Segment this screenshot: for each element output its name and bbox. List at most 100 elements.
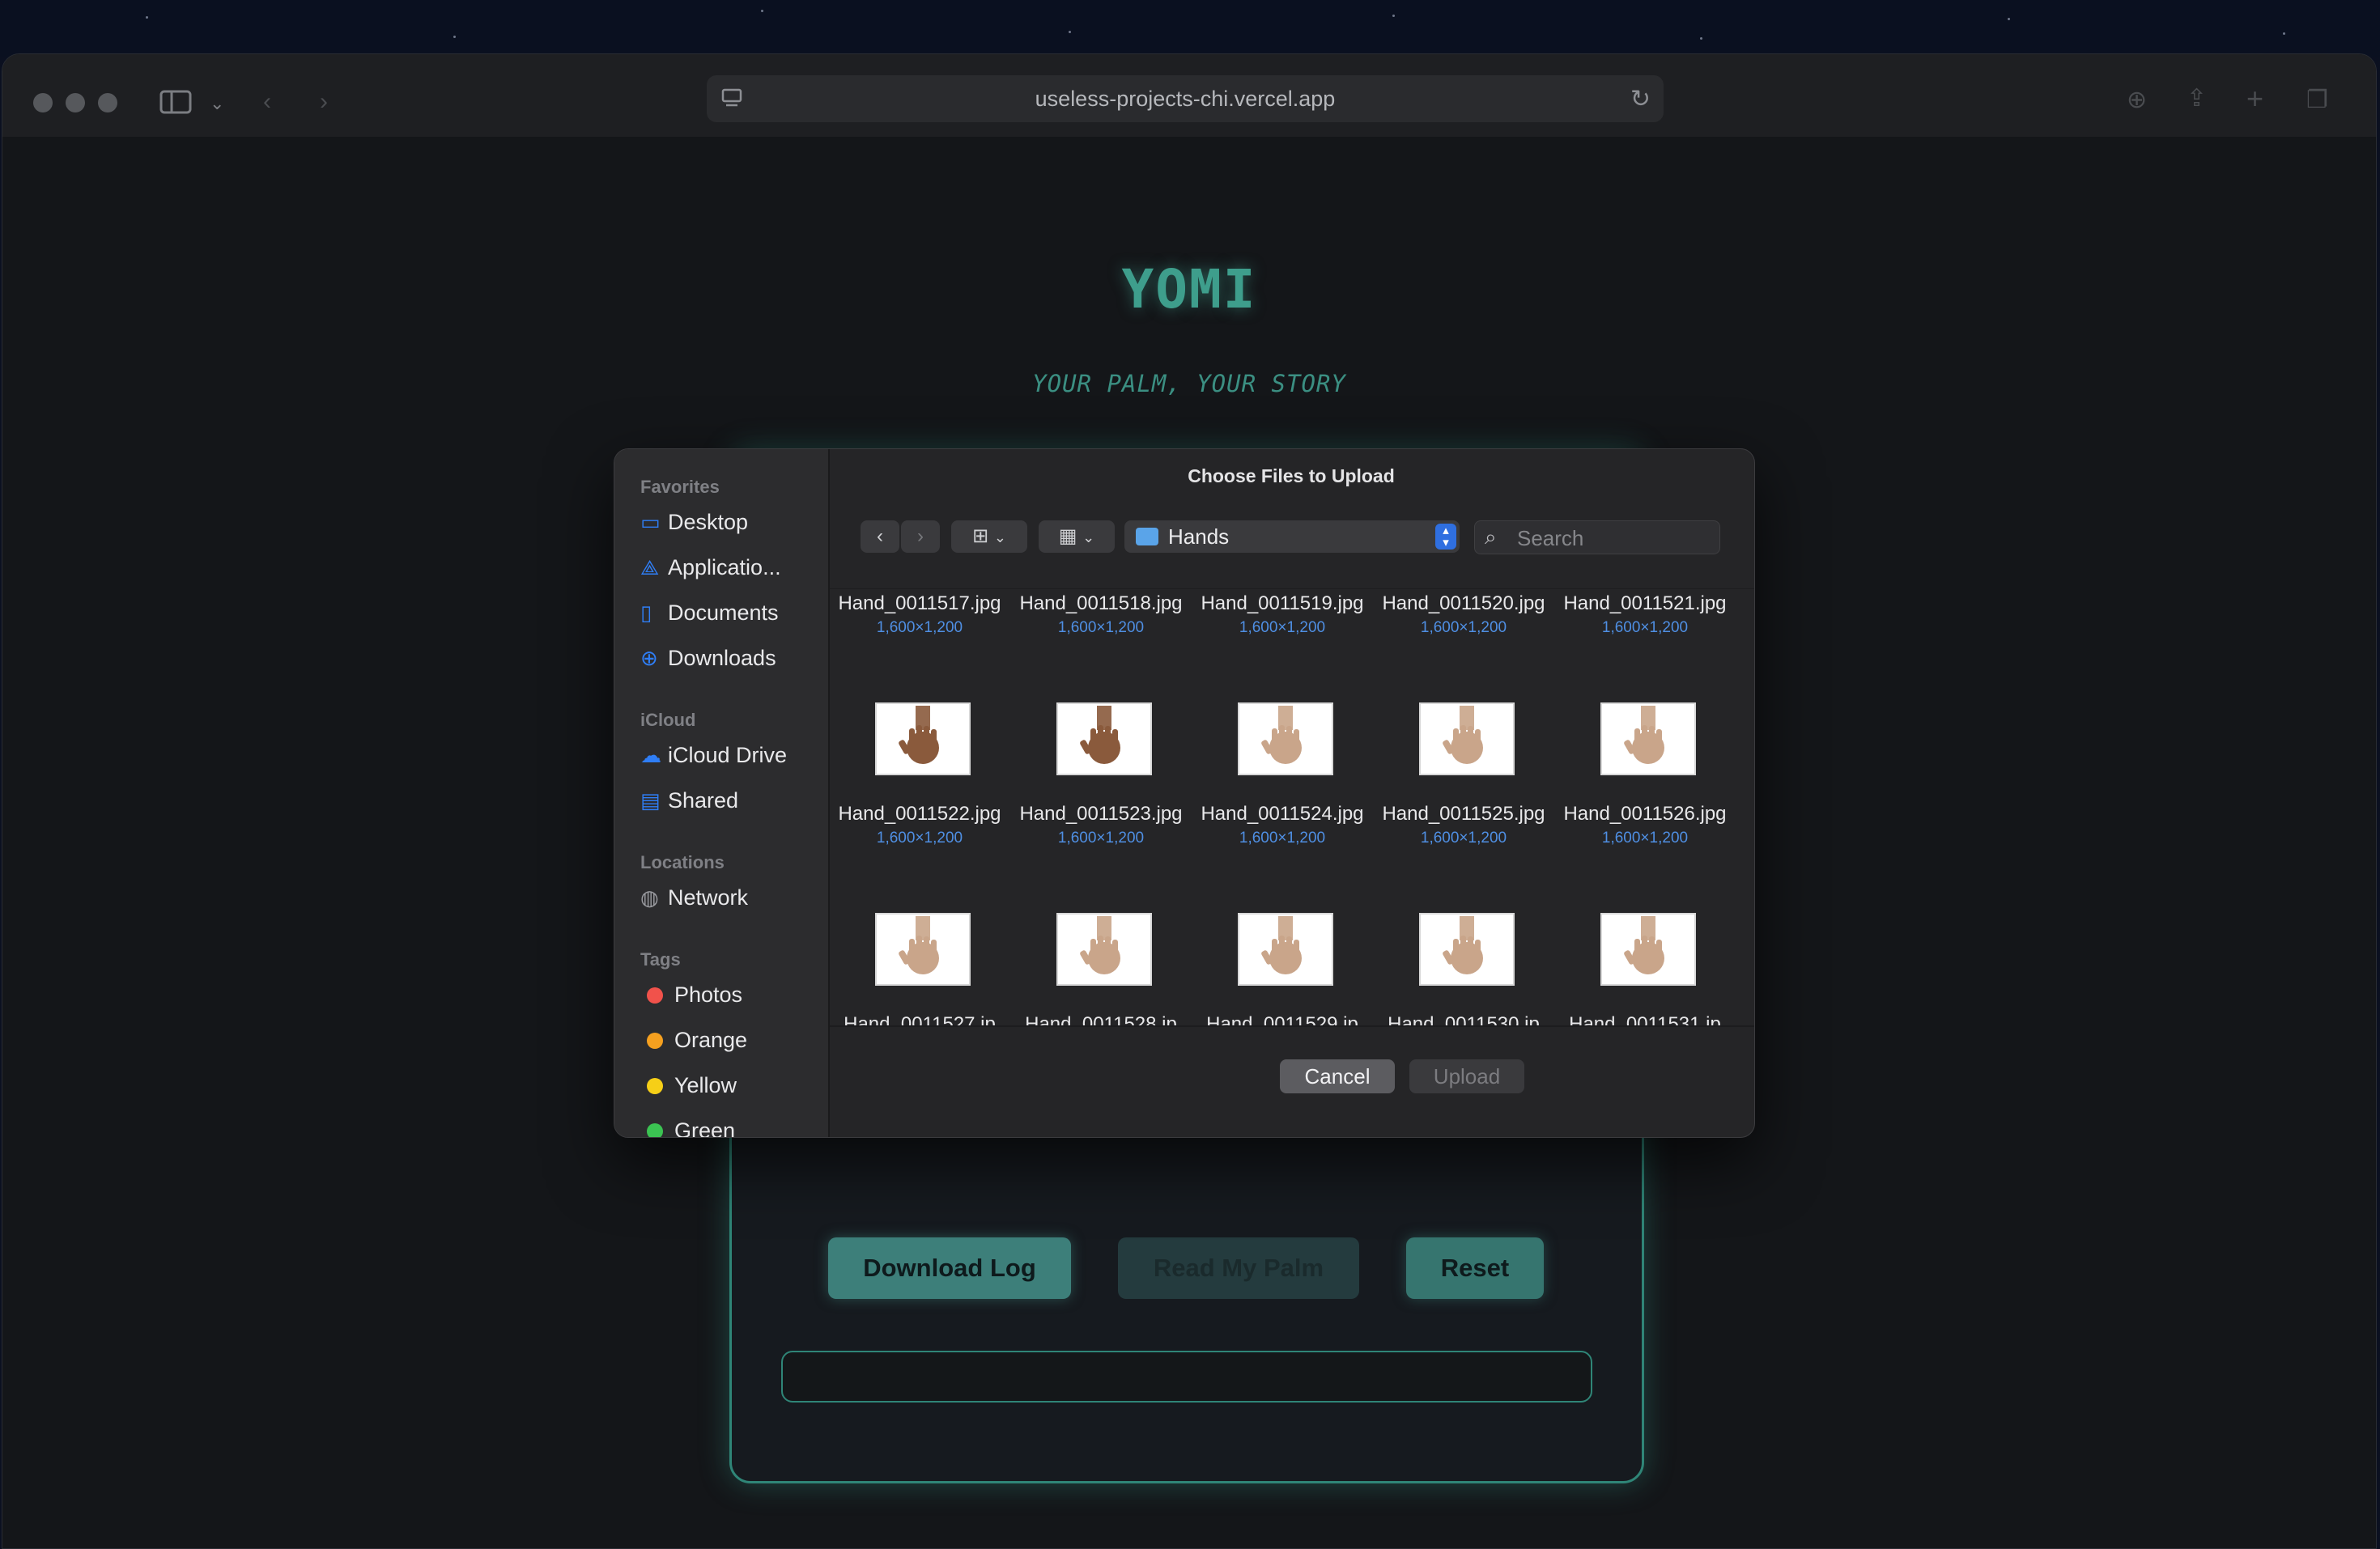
hand-icon: [1624, 916, 1664, 974]
browser-toolbar: ⌄ ‹ › useless-projects-chi.vercel.app ↻ …: [2, 54, 2376, 138]
file-name: Hand_0011526.jpg: [1563, 803, 1727, 825]
sidebar-toggle-icon[interactable]: [159, 90, 192, 119]
file-item[interactable]: Hand_0011527.jp: [830, 1012, 1009, 1026]
reload-icon[interactable]: ↻: [1630, 85, 1651, 113]
chevron-left-icon: ‹: [877, 525, 883, 547]
chevron-down-icon[interactable]: ⌄: [210, 91, 224, 116]
file-thumbnail[interactable]: [1238, 702, 1333, 775]
upload-button[interactable]: Upload: [1409, 1059, 1524, 1093]
new-tab-icon[interactable]: +: [2246, 84, 2263, 113]
tag-dot-icon: [647, 1123, 663, 1137]
file-name: Hand_0011524.jpg: [1201, 803, 1364, 825]
search-input[interactable]: [1515, 524, 1713, 553]
file-item[interactable]: Hand_0011517.jpg 1,600×1,200: [830, 591, 1009, 639]
download-icon: ⊕: [640, 646, 658, 670]
file-name: Hand_0011523.jpg: [1019, 803, 1183, 825]
file-item[interactable]: Hand_0011530.jp: [1374, 1012, 1553, 1026]
sidebar-item-network[interactable]: ◍ Network: [640, 880, 827, 915]
sidebar-tag-orange[interactable]: Orange: [640, 1022, 827, 1058]
file-item[interactable]: Hand_0011531.jp: [1555, 1012, 1735, 1026]
desktop-icon: ▭: [640, 510, 661, 534]
tag-dot-icon: [647, 987, 663, 1004]
dialog-footer: Cancel Upload: [830, 1025, 1754, 1137]
page-subtitle: YOUR PALM, YOUR STORY: [1032, 370, 1346, 397]
sidebar-item-label: Network: [668, 885, 749, 910]
file-thumbnail[interactable]: [1600, 913, 1696, 986]
file-item[interactable]: Hand_0011518.jpg 1,600×1,200: [1011, 591, 1191, 639]
file-item[interactable]: Hand_0011526.jpg 1,600×1,200: [1555, 801, 1735, 850]
file-item[interactable]: Hand_0011521.jpg 1,600×1,200: [1555, 591, 1735, 639]
hand-icon: [1443, 916, 1483, 974]
view-mode-button[interactable]: ⊞ ⌄: [951, 520, 1027, 553]
zoom-window-button[interactable]: [98, 93, 117, 112]
sidebar-item-shared[interactable]: ▤ Shared: [640, 783, 827, 818]
sidebar-item-label: Applicatio...: [668, 555, 781, 579]
minimize-window-button[interactable]: [66, 93, 85, 112]
address-bar[interactable]: useless-projects-chi.vercel.app ↻: [707, 75, 1664, 122]
file-item[interactable]: Hand_0011529.jp: [1192, 1012, 1372, 1026]
applications-icon: ⟁: [640, 555, 660, 579]
globe-icon: ◍: [640, 885, 659, 910]
file-name: Hand_0011530.jp: [1388, 1013, 1540, 1026]
file-thumbnail[interactable]: [1419, 913, 1515, 986]
file-thumbnail[interactable]: [1056, 913, 1152, 986]
back-button[interactable]: ‹: [861, 520, 899, 553]
file-thumbnail[interactable]: [875, 913, 971, 986]
download-log-button[interactable]: Download Log: [828, 1237, 1071, 1299]
back-arrow-icon[interactable]: ‹: [263, 90, 271, 114]
chevron-down-icon: ⌄: [1082, 529, 1095, 545]
file-name: Hand_0011518.jpg: [1019, 592, 1183, 614]
icon-view-icon: ⊞: [972, 525, 989, 547]
dialog-sidebar: Favorites ▭ Desktop ⟁ Applicatio... ▯ Docum…: [614, 449, 830, 1137]
file-name: Hand_0011517.jpg: [838, 592, 1001, 614]
sidebar-tag-photos[interactable]: Photos: [640, 977, 827, 1012]
group-mode-button[interactable]: ▦ ⌄: [1039, 520, 1115, 553]
sidebar-item-applications[interactable]: ⟁ Applicatio...: [640, 550, 827, 585]
sidebar-item-label: Shared: [668, 788, 739, 813]
file-item[interactable]: Hand_0011523.jpg 1,600×1,200: [1011, 801, 1191, 850]
file-dimensions: 1,600×1,200: [1057, 619, 1145, 636]
close-window-button[interactable]: [33, 93, 53, 112]
hand-icon: [1261, 706, 1302, 764]
reset-button[interactable]: Reset: [1406, 1237, 1544, 1299]
file-thumbnail[interactable]: [875, 702, 971, 775]
location-popup[interactable]: Hands ▴ ▾: [1124, 520, 1460, 553]
hand-icon: [1080, 916, 1120, 974]
forward-button[interactable]: ›: [901, 520, 940, 553]
file-dimensions: 1,600×1,200: [1239, 619, 1326, 636]
chevron-down-icon: ⌄: [993, 529, 1006, 545]
sidebar-item-desktop[interactable]: ▭ Desktop: [640, 504, 827, 540]
sidebar-item-label: Documents: [668, 601, 779, 625]
file-item[interactable]: Hand_0011519.jpg 1,600×1,200: [1192, 591, 1372, 639]
file-item[interactable]: Hand_0011522.jpg 1,600×1,200: [830, 801, 1009, 850]
hand-icon: [899, 916, 939, 974]
sidebar-item-label: Green: [674, 1118, 736, 1138]
forward-arrow-icon[interactable]: ›: [320, 90, 328, 114]
cancel-button[interactable]: Cancel: [1280, 1059, 1395, 1093]
downloads-icon[interactable]: ⊕: [2127, 88, 2147, 112]
file-thumbnail[interactable]: [1056, 702, 1152, 775]
group-grid-icon: ▦: [1058, 525, 1077, 547]
share-icon[interactable]: ⇪: [2187, 87, 2207, 111]
document-icon: ▯: [640, 601, 652, 625]
sidebar-item-icloud-drive[interactable]: ☁ iCloud Drive: [640, 737, 827, 773]
file-item[interactable]: Hand_0011525.jpg 1,600×1,200: [1374, 801, 1553, 850]
tags-section-label: Tags: [640, 949, 681, 970]
file-thumbnail[interactable]: [1600, 702, 1696, 775]
file-dimensions: 1,600×1,200: [1420, 830, 1507, 847]
tab-overview-icon[interactable]: ❐: [2306, 88, 2328, 112]
read-my-palm-button[interactable]: Read My Palm: [1118, 1237, 1359, 1299]
file-thumbnail[interactable]: [1419, 702, 1515, 775]
file-name: Hand_0011522.jpg: [838, 803, 1001, 825]
file-thumbnail[interactable]: [1238, 913, 1333, 986]
sidebar-item-downloads[interactable]: ⊕ Downloads: [640, 640, 827, 676]
sidebar-tag-green[interactable]: Green: [640, 1113, 827, 1138]
sidebar-item-documents[interactable]: ▯ Documents: [640, 595, 827, 630]
file-item[interactable]: Hand_0011520.jpg 1,600×1,200: [1374, 591, 1553, 639]
up-down-chevron-icon: ▴ ▾: [1435, 524, 1456, 550]
sidebar-tag-yellow[interactable]: Yellow: [640, 1067, 827, 1103]
file-item[interactable]: Hand_0011524.jpg 1,600×1,200: [1192, 801, 1372, 850]
sidebar-item-label: iCloud Drive: [668, 743, 788, 767]
file-item[interactable]: Hand_0011528.jp: [1011, 1012, 1191, 1026]
search-field[interactable]: ⌕: [1474, 520, 1720, 554]
